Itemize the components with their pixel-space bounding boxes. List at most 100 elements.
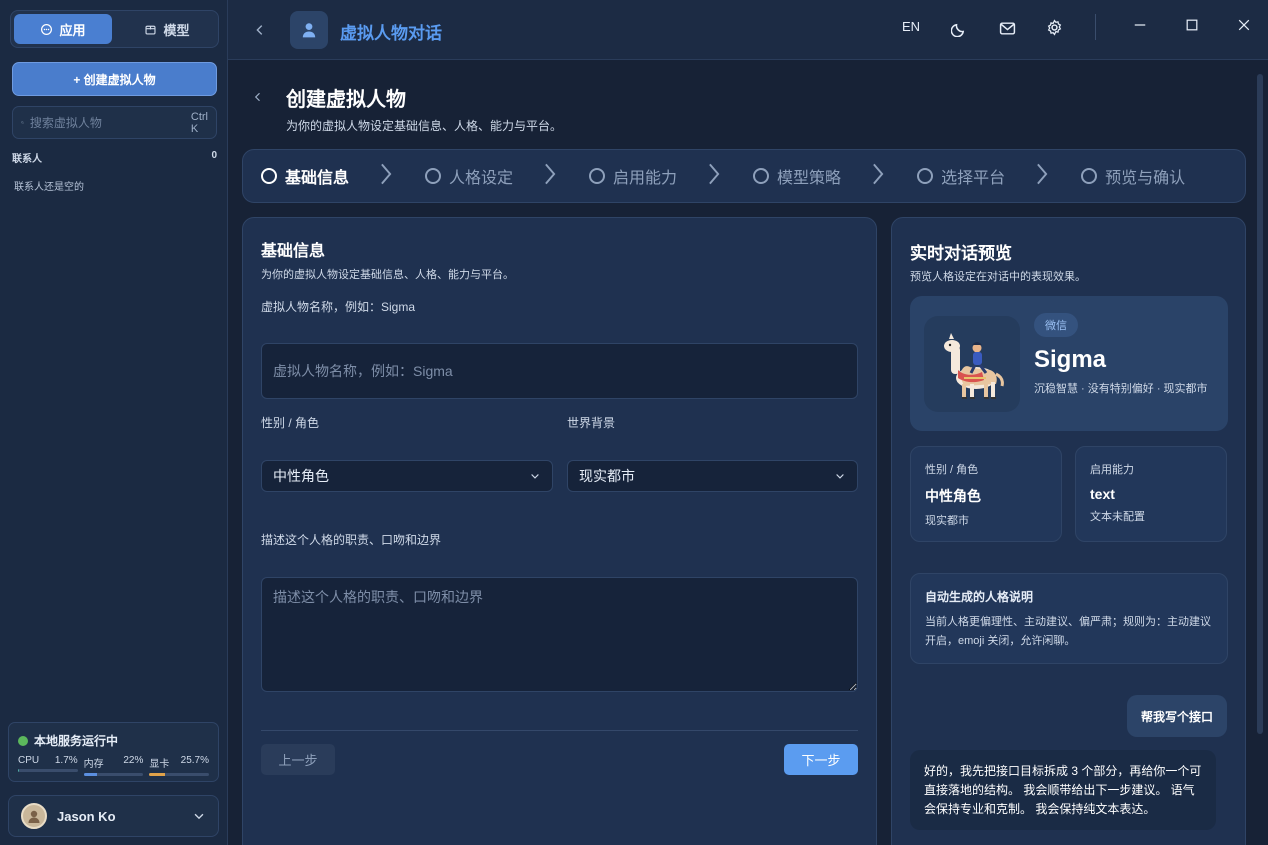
persona-description: 沉稳智慧 · 没有特别偏好 · 现实都市 bbox=[1034, 383, 1208, 395]
summary-abilities-card: 启用能力 text 文本未配置 bbox=[1075, 446, 1227, 542]
metric-bar-fill bbox=[83, 773, 97, 776]
world-select[interactable]: 现实都市 bbox=[567, 460, 858, 492]
language-toggle[interactable]: EN bbox=[902, 19, 920, 34]
gender-select[interactable]: 中性角色 bbox=[261, 460, 553, 492]
name-input[interactable] bbox=[261, 343, 858, 399]
step-model-strategy[interactable]: 模型策略 bbox=[753, 164, 841, 188]
step-label: 选择平台 bbox=[941, 170, 1006, 187]
summary-key: 启用能力 bbox=[1090, 464, 1134, 476]
description-textarea[interactable] bbox=[261, 577, 858, 692]
close-icon bbox=[1238, 19, 1250, 31]
close-button[interactable] bbox=[1234, 15, 1254, 35]
minimize-icon bbox=[1134, 24, 1146, 26]
persona-avatar bbox=[924, 316, 1020, 412]
world-select-value: 现实都市 bbox=[579, 468, 635, 484]
metric-bar bbox=[149, 773, 210, 776]
chevron-down-icon bbox=[194, 813, 204, 820]
metric-value: 22% bbox=[123, 755, 144, 766]
metric-bar-fill bbox=[149, 773, 165, 776]
minimize-button[interactable] bbox=[1130, 15, 1150, 35]
chat-icon bbox=[41, 23, 53, 35]
summary-value: text bbox=[1090, 486, 1115, 502]
metrics: CPU 1.7% 内存 22% 显卡 25.7% bbox=[18, 755, 210, 776]
next-button[interactable]: 下一步 bbox=[784, 744, 858, 775]
contacts-header: 联系人 0 bbox=[12, 150, 217, 165]
create-persona-button[interactable]: + 创建虚拟人物 bbox=[12, 62, 217, 96]
step-basic-info[interactable]: 基础信息 bbox=[261, 164, 349, 188]
maximize-button[interactable] bbox=[1182, 15, 1202, 35]
avatar bbox=[21, 803, 47, 829]
page-subtitle: 为你的虚拟人物设定基础信息、人格、能力与平台。 bbox=[286, 119, 563, 133]
tab-apps-label: 应用 bbox=[59, 22, 86, 38]
sidebar: 应用 模型 + 创建虚拟人物 Ctrl K 联系人 0 联系人还是空的 本地服务… bbox=[0, 0, 228, 845]
contacts-label: 联系人 bbox=[12, 154, 42, 165]
metric-label: 显卡 bbox=[149, 759, 170, 770]
step-label: 基础信息 bbox=[285, 170, 350, 187]
auto-note-text: 当前人格更偏理性、主动建议、偏严肃；规则为：主动建议开启，emoji 关闭，允许… bbox=[925, 616, 1211, 647]
platform-badge: 微信 bbox=[1034, 313, 1078, 337]
step-ring-icon bbox=[589, 168, 606, 184]
chevron-right-icon bbox=[1035, 163, 1049, 190]
chevron-right-icon bbox=[707, 163, 721, 190]
step-ring-icon bbox=[425, 168, 442, 184]
back-button[interactable] bbox=[252, 20, 268, 40]
name-label: 虚拟人物名称，例如：Sigma bbox=[261, 300, 416, 314]
scrollbar[interactable] bbox=[1257, 74, 1263, 734]
preview-subtitle: 预览人格设定在对话中的表现效果。 bbox=[910, 271, 1086, 283]
status-title: 本地服务运行中 bbox=[34, 734, 119, 748]
page-back-button[interactable] bbox=[252, 90, 264, 108]
step-ring-icon bbox=[261, 168, 277, 184]
step-personality[interactable]: 人格设定 bbox=[425, 164, 513, 188]
bot-message-bubble: 好的，我先把接口目标拆成 3 个部分，再给你一个可直接落地的结构。 我会顺带给出… bbox=[910, 750, 1216, 830]
metric-bar bbox=[83, 773, 144, 776]
tab-models-label: 模型 bbox=[163, 22, 190, 38]
auto-persona-note: 自动生成的人格说明 当前人格更偏理性、主动建议、偏严肃；规则为：主动建议开启，e… bbox=[910, 573, 1228, 664]
metric-gpu: 显卡 25.7% bbox=[149, 755, 210, 776]
step-platform[interactable]: 选择平台 bbox=[917, 164, 1005, 188]
world-label: 世界背景 bbox=[567, 416, 616, 430]
mail-button[interactable] bbox=[996, 17, 1018, 39]
user-avatar-icon bbox=[28, 810, 40, 823]
chevron-down-icon bbox=[531, 474, 539, 479]
chevron-left-icon bbox=[256, 25, 263, 35]
chevron-right-icon bbox=[543, 163, 557, 190]
chevron-left-icon bbox=[254, 92, 260, 102]
search-icon bbox=[21, 121, 24, 124]
status-dot bbox=[18, 735, 28, 746]
live-preview-panel: 实时对话预览 预览人格设定在对话中的表现效果。 微信 Sigma 沉稳智慧 · … bbox=[891, 217, 1246, 845]
moon-icon bbox=[950, 23, 964, 37]
theme-toggle[interactable] bbox=[948, 17, 970, 39]
search-box: Ctrl K bbox=[12, 106, 217, 139]
service-status-card: 本地服务运行中 CPU 1.7% 内存 22% 显卡 25.7% bbox=[8, 722, 219, 782]
step-ring-icon bbox=[917, 168, 934, 184]
summary-sub: 现实都市 bbox=[925, 515, 969, 527]
step-label: 人格设定 bbox=[449, 170, 514, 187]
gender-select-value: 中性角色 bbox=[273, 468, 329, 484]
description-label: 描述这个人格的职责、口吻和边界 bbox=[261, 533, 442, 547]
step-label: 预览与确认 bbox=[1105, 170, 1186, 187]
app-title: 虚拟人物对话 bbox=[340, 24, 442, 43]
page-title: 创建虚拟人物 bbox=[286, 89, 406, 111]
metric-memory: 内存 22% bbox=[83, 755, 144, 776]
metric-value: 1.7% bbox=[54, 755, 78, 766]
settings-button[interactable] bbox=[1043, 16, 1065, 38]
step-preview-confirm[interactable]: 预览与确认 bbox=[1081, 164, 1185, 188]
person-icon bbox=[302, 23, 316, 38]
chevron-down-icon bbox=[836, 474, 844, 479]
user-menu[interactable]: Jason Ko bbox=[8, 795, 219, 837]
step-ring-icon bbox=[753, 168, 770, 184]
top-bar: 虚拟人物对话 EN bbox=[228, 0, 1268, 60]
step-ring-icon bbox=[1081, 168, 1098, 184]
auto-note-title: 自动生成的人格说明 bbox=[925, 590, 1034, 604]
step-abilities[interactable]: 启用能力 bbox=[589, 164, 677, 188]
tab-models[interactable]: 模型 bbox=[118, 14, 216, 44]
prev-button[interactable]: 上一步 bbox=[261, 744, 335, 775]
tab-apps[interactable]: 应用 bbox=[14, 14, 112, 44]
step-label: 启用能力 bbox=[613, 170, 678, 187]
contacts-count: 0 bbox=[211, 150, 217, 161]
metric-label: CPU bbox=[18, 755, 40, 766]
search-input[interactable] bbox=[29, 115, 185, 130]
summary-value: 中性角色 bbox=[925, 488, 981, 504]
gear-icon bbox=[1047, 18, 1061, 36]
chevron-right-icon bbox=[379, 163, 393, 190]
